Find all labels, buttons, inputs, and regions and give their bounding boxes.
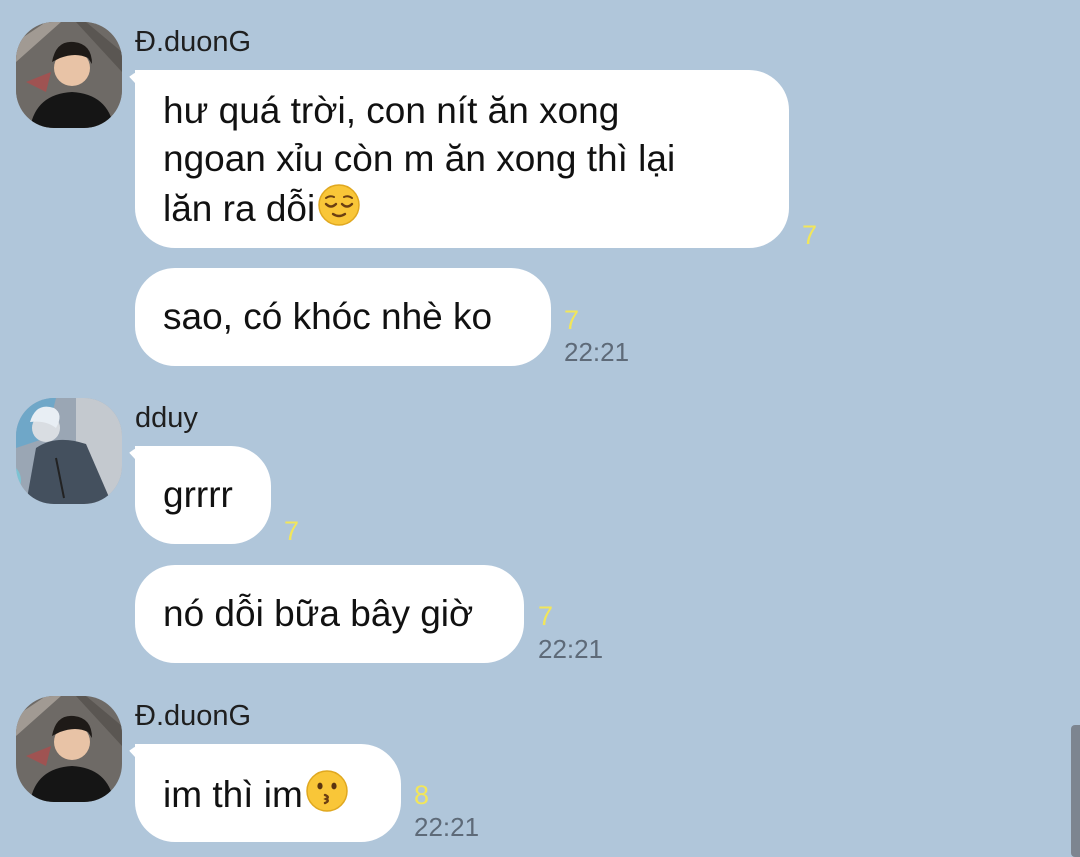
kissing-face-emoji-icon bbox=[306, 770, 348, 812]
avatar-photo-icon bbox=[16, 696, 122, 802]
scrollbar[interactable] bbox=[1071, 725, 1080, 857]
read-count: 7 bbox=[802, 220, 818, 250]
avatar-dduy[interactable] bbox=[16, 398, 122, 504]
avatar-dduong[interactable] bbox=[16, 696, 122, 802]
sender-name: Đ.duonG bbox=[135, 700, 252, 732]
read-count: 7 bbox=[564, 305, 580, 335]
read-count: 8 bbox=[414, 780, 430, 810]
message-text-line: lăn ra dỗi bbox=[163, 188, 316, 229]
avatar-photo-icon bbox=[16, 398, 122, 504]
message-text-line-with-emoji: lăn ra dỗi bbox=[163, 183, 761, 233]
avatar-photo-icon bbox=[16, 22, 122, 128]
message-bubble[interactable]: grrrr bbox=[135, 446, 271, 544]
message-text-line: hư quá trời, con nít ăn xong bbox=[163, 90, 620, 131]
message-text-line: ngoan xỉu còn m ăn xong thì lại bbox=[163, 138, 676, 179]
avatar-dduong[interactable] bbox=[16, 22, 122, 128]
message-bubble[interactable]: hư quá trời, con nít ăn xong ngoan xỉu c… bbox=[135, 70, 789, 248]
message-time: 22:21 bbox=[538, 634, 604, 664]
sender-name: Đ.duonG bbox=[135, 26, 252, 58]
read-count: 7 bbox=[284, 516, 300, 546]
message-time: 22:21 bbox=[564, 337, 630, 367]
message-time: 22:21 bbox=[414, 812, 480, 842]
message-bubble[interactable]: sao, có khóc nhè ko bbox=[135, 268, 551, 366]
message-text: im thì im bbox=[163, 774, 303, 815]
message-text: sao, có khóc nhè ko bbox=[163, 296, 493, 337]
sender-name: dduy bbox=[135, 402, 198, 434]
message-bubble[interactable]: nó dỗi bữa bây giờ bbox=[135, 565, 524, 663]
read-count: 7 bbox=[538, 601, 554, 631]
message-text: grrrr bbox=[163, 474, 233, 515]
message-bubble[interactable]: im thì im bbox=[135, 744, 401, 842]
relieved-face-emoji-icon bbox=[318, 184, 360, 226]
message-text: nó dỗi bữa bây giờ bbox=[163, 593, 474, 634]
